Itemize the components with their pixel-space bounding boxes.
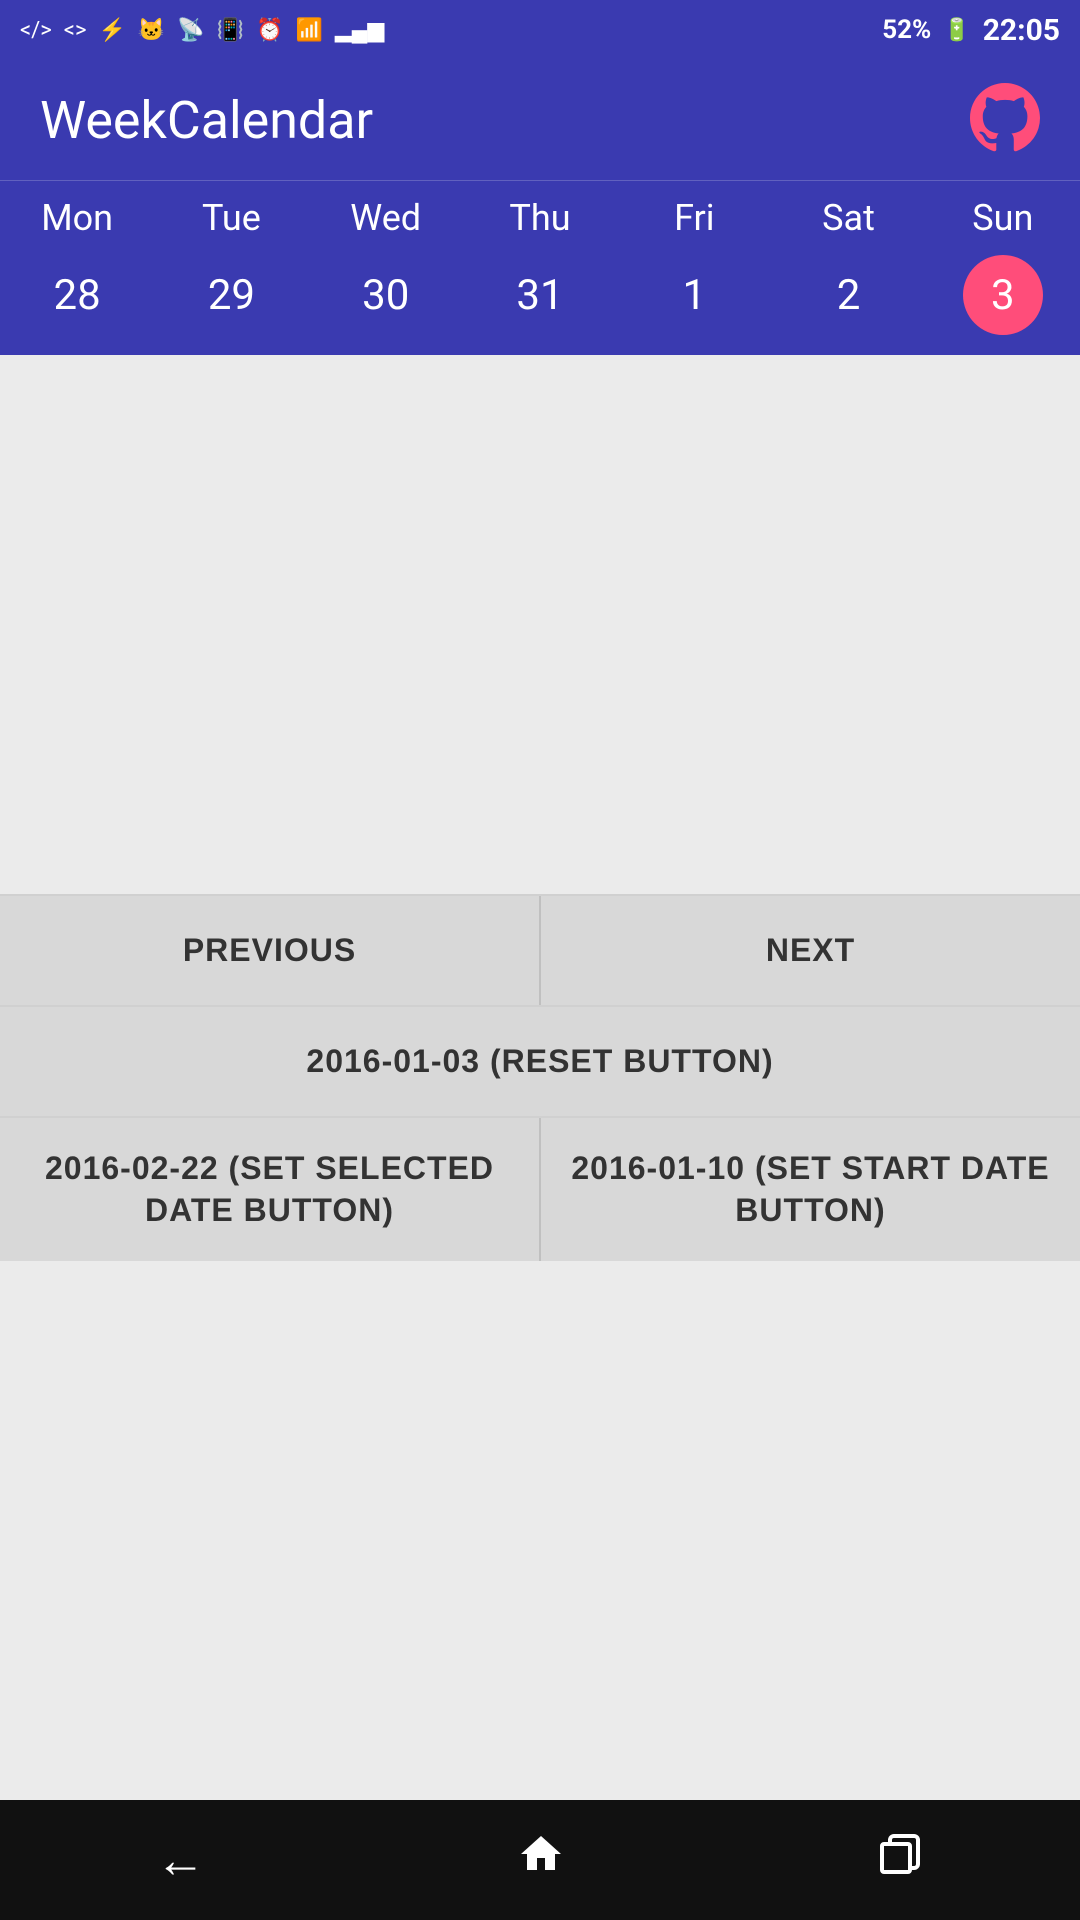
previous-button[interactable]: PREVIOUS bbox=[0, 896, 541, 1005]
day-name-sun: Sun bbox=[972, 197, 1033, 239]
code-icon-2: <> bbox=[64, 18, 87, 43]
bottom-nav: ← bbox=[0, 1800, 1080, 1920]
calendar-body bbox=[0, 355, 1080, 894]
status-bar: </> <> ⚡ 🐱 📡 📳 ⏰ 📶 ▂▄▆ 52% 🔋 22:05 bbox=[0, 0, 1080, 60]
reset-row: 2016-01-03 (RESET BUTTON) bbox=[0, 1005, 1080, 1116]
github-button[interactable] bbox=[970, 83, 1040, 157]
day-num-wed: 30 bbox=[346, 255, 426, 335]
battery-percent: 52% bbox=[882, 15, 931, 45]
vibrate-icon: 📳 bbox=[217, 18, 244, 43]
status-right: 52% 🔋 22:05 bbox=[882, 13, 1060, 48]
usb-icon: ⚡ bbox=[98, 18, 125, 43]
day-num-mon: 28 bbox=[37, 255, 117, 335]
day-num-fri: 1 bbox=[654, 255, 734, 335]
day-name-mon: Mon bbox=[41, 197, 113, 239]
github-icon bbox=[970, 83, 1040, 153]
app-title: WeekCalendar bbox=[40, 90, 373, 151]
day-num-thu: 31 bbox=[500, 255, 580, 335]
nav-buttons-row: PREVIOUS NEXT bbox=[0, 894, 1080, 1005]
date-set-row: 2016-02-22 (SET SELECTED DATE BUTTON) 20… bbox=[0, 1116, 1080, 1261]
reset-button[interactable]: 2016-01-03 (RESET BUTTON) bbox=[0, 1007, 1080, 1116]
day-name-tue: Tue bbox=[202, 197, 261, 239]
set-start-date-button[interactable]: 2016-01-10 (SET START DATE BUTTON) bbox=[541, 1118, 1080, 1261]
day-sun[interactable]: Sun 3 bbox=[926, 181, 1080, 355]
day-mon[interactable]: Mon 28 bbox=[0, 181, 154, 355]
day-num-sun: 3 bbox=[963, 255, 1043, 335]
buttons-section: PREVIOUS NEXT 2016-01-03 (RESET BUTTON) … bbox=[0, 894, 1080, 1261]
week-header: Mon 28 Tue 29 Wed 30 Thu 31 Fri 1 Sat 2 … bbox=[0, 180, 1080, 355]
back-button[interactable]: ← bbox=[156, 1831, 206, 1890]
day-name-sat: Sat bbox=[822, 197, 875, 239]
main-content: PREVIOUS NEXT 2016-01-03 (RESET BUTTON) … bbox=[0, 355, 1080, 1800]
bottom-content-area bbox=[0, 1261, 1080, 1800]
day-sat[interactable]: Sat 2 bbox=[771, 181, 925, 355]
code-icon-1: </> bbox=[20, 18, 52, 43]
day-num-tue: 29 bbox=[191, 255, 271, 335]
day-tue[interactable]: Tue 29 bbox=[154, 181, 308, 355]
status-icons-left: </> <> ⚡ 🐱 📡 📳 ⏰ 📶 ▂▄▆ bbox=[20, 17, 384, 43]
day-name-fri: Fri bbox=[674, 197, 714, 239]
set-selected-date-button[interactable]: 2016-02-22 (SET SELECTED DATE BUTTON) bbox=[0, 1118, 541, 1261]
next-button[interactable]: NEXT bbox=[541, 896, 1080, 1005]
day-name-wed: Wed bbox=[350, 197, 421, 239]
day-thu[interactable]: Thu 31 bbox=[463, 181, 617, 355]
battery-icon: 🔋 bbox=[943, 18, 970, 43]
day-wed[interactable]: Wed 30 bbox=[309, 181, 463, 355]
day-fri[interactable]: Fri 1 bbox=[617, 181, 771, 355]
app-bar: WeekCalendar bbox=[0, 60, 1080, 180]
home-button[interactable] bbox=[517, 1830, 565, 1891]
alarm-icon: ⏰ bbox=[256, 18, 283, 43]
octocat-icon: 🐱 bbox=[138, 18, 165, 43]
day-name-thu: Thu bbox=[509, 197, 570, 239]
recents-button[interactable] bbox=[876, 1830, 924, 1891]
time-display: 22:05 bbox=[983, 13, 1060, 48]
signal-icon: ▂▄▆ bbox=[335, 17, 384, 43]
cast-icon: 📡 bbox=[177, 18, 204, 43]
wifi-icon: 📶 bbox=[295, 18, 322, 43]
day-num-sat: 2 bbox=[809, 255, 889, 335]
